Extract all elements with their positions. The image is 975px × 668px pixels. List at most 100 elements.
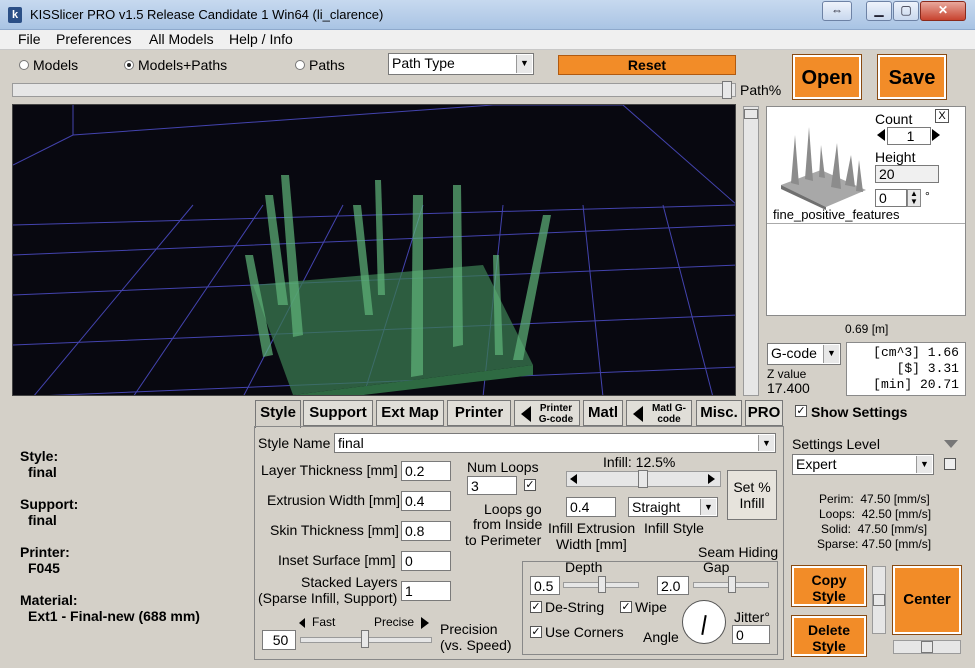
delete-style-button[interactable]: Delete Style <box>791 615 867 657</box>
tab-style[interactable]: Style <box>255 400 301 428</box>
count-label: Count <box>875 111 913 127</box>
destring-checkbox[interactable]: ✓ <box>530 601 542 613</box>
angle-dial[interactable] <box>682 600 726 644</box>
seam-hiding-label: Seam Hiding <box>698 544 779 560</box>
path-percent-slider[interactable] <box>12 83 736 97</box>
stat-volume: [cm^3] 1.66 <box>873 345 959 360</box>
output-format-value: G-code <box>771 345 817 361</box>
stacked-layers-input[interactable]: 1 <box>401 581 451 601</box>
loops-label-1: Loops go <box>484 501 542 517</box>
stacked-layers-label: Stacked Layers <box>301 574 398 590</box>
menu-file[interactable]: File <box>18 31 41 47</box>
chevron-down-icon: ▼ <box>823 345 839 363</box>
app-icon: k <box>8 7 22 23</box>
radio-paths[interactable] <box>295 60 305 70</box>
reset-button[interactable]: Reset <box>558 55 736 75</box>
settings-level-select[interactable]: Expert ▼ <box>792 454 934 475</box>
precise-arrow-icon <box>421 617 429 629</box>
model-close-button[interactable]: X <box>935 109 949 123</box>
menu-help[interactable]: Help / Info <box>229 31 293 47</box>
path-percent-thumb[interactable] <box>722 81 732 99</box>
tab-printer-gcode[interactable]: Printer G-code <box>514 400 580 426</box>
model-thumbnail[interactable] <box>771 115 871 210</box>
output-format-select[interactable]: G-code ▼ <box>767 343 841 365</box>
precision-sub-label: (vs. Speed) <box>440 637 512 653</box>
skin-thickness-input[interactable]: 0.8 <box>401 521 451 541</box>
close-icon[interactable]: ✕ <box>920 1 966 21</box>
center-button[interactable]: Center <box>892 565 962 635</box>
infill-thumb[interactable] <box>637 470 648 488</box>
count-increment-icon[interactable] <box>932 129 940 141</box>
radio-models[interactable] <box>19 60 29 70</box>
tab-ext-map[interactable]: Ext Map <box>376 400 444 426</box>
gap-label: Gap <box>703 559 730 575</box>
wipe-checkbox[interactable]: ✓ <box>620 601 632 613</box>
gap-thumb[interactable] <box>728 576 736 593</box>
tab-matl[interactable]: Matl <box>583 400 623 426</box>
copy-style-label-2: Style <box>812 588 846 604</box>
copy-style-button[interactable]: Copy Style <box>791 565 867 607</box>
depth-input[interactable]: 0.5 <box>530 576 560 595</box>
radio-models-paths-label: Models+Paths <box>138 57 228 73</box>
path-type-value: Path Type <box>392 55 455 71</box>
tab-matl-gcode[interactable]: Matl G-code <box>626 400 692 426</box>
precision-thumb[interactable] <box>361 630 369 648</box>
maximize-icon[interactable]: ▢ <box>893 1 919 21</box>
count-decrement-icon[interactable] <box>877 129 885 141</box>
set-infill-button[interactable]: Set % Infill <box>727 470 777 520</box>
center-vertical-thumb[interactable] <box>873 594 885 606</box>
summary-printer-label: Printer: <box>20 544 70 560</box>
use-corners-label: Use Corners <box>545 624 624 640</box>
set-infill-label-1: Set % <box>733 479 771 495</box>
layer-thickness-input[interactable]: 0.2 <box>401 461 451 481</box>
num-loops-input[interactable]: 3 <box>467 476 517 495</box>
loops-inside-checkbox[interactable]: ✓ <box>524 479 536 491</box>
save-button[interactable]: Save <box>877 54 947 100</box>
infill-width-input[interactable]: 0.4 <box>566 497 616 517</box>
3d-scene <box>13 105 735 395</box>
speed-loops: Loops: 42.50 [mm/s] <box>819 507 932 521</box>
arrow-left-icon <box>521 406 531 422</box>
minimize-icon[interactable]: ▁ <box>866 1 892 21</box>
jitter-input[interactable]: 0 <box>732 625 770 644</box>
style-name-select[interactable]: final ▼ <box>334 433 776 453</box>
layer-slider[interactable] <box>743 106 759 396</box>
height-input[interactable]: 20 <box>875 165 939 183</box>
rotation-spinner[interactable]: ▲ ▼ <box>907 189 921 207</box>
rotation-input[interactable]: 0 <box>875 189 907 207</box>
style-name-label: Style Name <box>258 435 331 451</box>
inset-surface-input[interactable]: 0 <box>401 551 451 571</box>
copy-style-label-1: Copy <box>811 572 847 588</box>
tab-pro[interactable]: PRO <box>745 400 783 426</box>
settings-level-checkbox[interactable] <box>944 458 956 470</box>
center-horizontal-thumb[interactable] <box>921 641 933 653</box>
3d-viewport[interactable] <box>12 104 736 396</box>
gap-input[interactable]: 2.0 <box>657 576 689 595</box>
stacked-layers-sub-label: (Sparse Infill, Support) <box>258 590 398 606</box>
count-input[interactable]: 1 <box>887 127 931 145</box>
skin-thickness-label: Skin Thickness [mm] <box>270 522 399 538</box>
speed-sparse: Sparse: 47.50 [mm/s] <box>817 537 932 551</box>
depth-thumb[interactable] <box>598 576 606 593</box>
layer-slider-thumb[interactable] <box>744 109 758 119</box>
show-settings-checkbox[interactable]: ✓ <box>795 405 807 417</box>
radio-paths-label: Paths <box>309 57 345 73</box>
tab-support[interactable]: Support <box>303 400 373 426</box>
infill-decrement-icon[interactable] <box>570 474 577 484</box>
use-corners-checkbox[interactable]: ✓ <box>530 626 542 638</box>
precision-input[interactable]: 50 <box>262 630 296 650</box>
infill-style-select[interactable]: Straight ▼ <box>628 497 718 517</box>
tab-misc[interactable]: Misc. <box>696 400 742 426</box>
infill-increment-icon[interactable] <box>708 474 715 484</box>
path-type-select[interactable]: Path Type ▼ <box>388 53 534 75</box>
extrusion-width-input[interactable]: 0.4 <box>401 491 451 511</box>
menu-preferences[interactable]: Preferences <box>56 31 131 47</box>
radio-models-paths[interactable] <box>124 60 134 70</box>
open-button[interactable]: Open <box>792 54 862 100</box>
collapse-icon[interactable] <box>944 440 958 448</box>
model-preview <box>245 175 551 395</box>
tab-printer[interactable]: Printer <box>447 400 511 426</box>
size-readout: 0.69 [m] <box>845 322 889 336</box>
restore-icon[interactable]: ⇔ <box>822 1 852 21</box>
menu-all-models[interactable]: All Models <box>149 31 214 47</box>
